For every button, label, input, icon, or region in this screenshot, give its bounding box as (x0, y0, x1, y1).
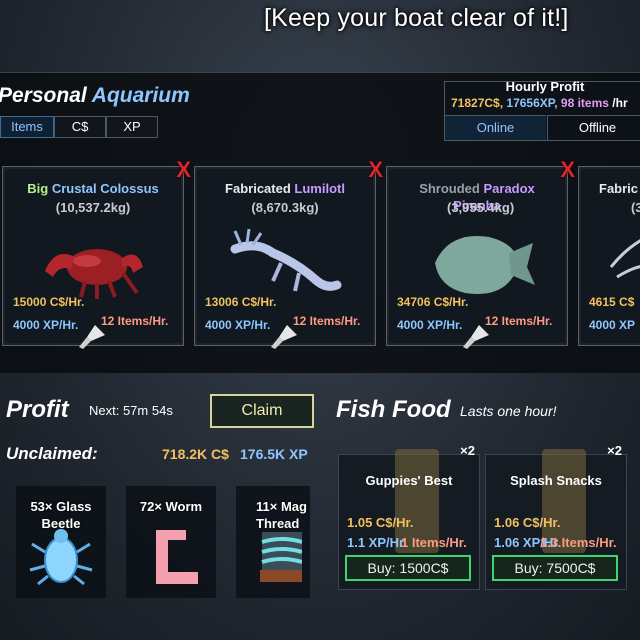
reward-item: 72× Worm (126, 486, 216, 598)
food-items: 1 Items/Hr. (401, 535, 467, 550)
fish-prefix: Big (27, 181, 49, 196)
fish-cash-rate: 4615 C$ (589, 295, 635, 309)
fish-items-rate: 12 Items/Hr. (485, 314, 553, 328)
fish-xp-rate: 4000 XP/Hr. (205, 318, 271, 332)
brush-icon[interactable] (75, 321, 109, 351)
worm-icon (156, 530, 198, 584)
food-cash: 1.05 C$/Hr. (347, 515, 414, 530)
unclaimed-label: Unclaimed: (6, 444, 98, 463)
unclaimed-xp: 176.5K XP (240, 446, 308, 462)
food-name: Splash Snacks (510, 473, 602, 488)
hourly-items: 98 items (560, 96, 609, 110)
tab-xp[interactable]: XP (106, 116, 158, 138)
fish-xp-rate: 4000 XP (589, 318, 636, 332)
hourly-label: Hourly Profit (505, 79, 585, 94)
next-timer: Next: 57m 54s (89, 403, 173, 418)
fish-card[interactable]: X Shrouded Paradox Piranha (3,955.4kg) 3… (386, 157, 575, 349)
online-toggle[interactable]: Online (445, 115, 546, 140)
fish-name: Big Crustal Colossus (3, 180, 183, 197)
food-multiplier: ×2 (607, 443, 622, 458)
unclaimed-cash: 718.2K C$ (162, 446, 229, 462)
buy-food-button[interactable]: Buy: 1500C$ (345, 555, 471, 581)
fish-cash-rate: 34706 C$/Hr. (397, 295, 469, 309)
fish-xp-rate: 4000 XP/Hr. (13, 318, 79, 332)
hourly-xp: 17656XP, (506, 96, 558, 110)
fish-species: Colossus (100, 181, 159, 196)
hourly-per: /hr (612, 96, 628, 110)
offline-toggle[interactable]: Offline (547, 115, 640, 140)
aquarium-tabs: Items C$ XP (0, 116, 158, 138)
crab-fish-image (45, 249, 143, 299)
fish-food-subtitle: Lasts one hour! (460, 403, 557, 419)
hourly-cash: 71827C$, (451, 96, 504, 110)
axolotl-fish-image (230, 228, 342, 292)
brush-icon[interactable] (267, 321, 301, 351)
piranha-fish-image (435, 236, 535, 294)
aquarium-title: Personal Aquarium (0, 84, 190, 108)
tab-cash[interactable]: C$ (54, 116, 106, 138)
partial-fish-image (609, 239, 640, 279)
fish-cash-rate: 15000 C$/Hr. (13, 295, 85, 309)
fish-card[interactable]: X Big Crustal Colossus (10,537.2kg) 1500… (2, 157, 191, 349)
fish-weight: (8,670.3kg) (251, 200, 319, 215)
title-accent: Aquarium (91, 84, 190, 107)
brush-icon[interactable] (459, 321, 493, 351)
food-name: Guppies' Best (365, 473, 453, 488)
fish-card[interactable]: Fabric (3 4615 C$ 4000 XP (578, 166, 640, 346)
fish-weight: (3,955.4kg) (447, 200, 515, 215)
fish-food-title: Fish Food (336, 396, 451, 423)
buy-food-button[interactable]: Buy: 7500C$ (492, 555, 618, 581)
hourly-values: 71827C$, 17656XP, 98 items /hr (451, 96, 640, 110)
fish-items-rate: 12 Items/Hr. (293, 314, 361, 328)
fish-mid: Paradox (483, 181, 535, 196)
fish-xp-rate: 4000 XP/Hr. (397, 318, 463, 332)
hourly-profit-box: Hourly Profit 71827C$, 17656XP, 98 items… (444, 79, 640, 141)
title-main: Personal (0, 84, 87, 107)
profit-title: Profit (6, 396, 69, 423)
reward-label: 72× Worm (139, 499, 203, 514)
food-card: ×2 Splash Snacks 1.06 C$/Hr. 1.06 XP/Hr.… (485, 443, 627, 590)
food-xp: 1.1 XP/Hr. (347, 535, 407, 550)
fish-weight: (10,537.2kg) (55, 200, 131, 215)
food-items: 1.3 Items/Hr. (540, 535, 617, 550)
tab-items[interactable]: Items (0, 116, 54, 138)
food-cash: 1.06 C$/Hr. (494, 515, 561, 530)
fish-species: Lumilotl (294, 181, 345, 196)
fish-mid: Crustal (51, 181, 97, 196)
fish-prefix: Fabric (599, 181, 639, 196)
banner-text: [Keep your boat clear of it!] (264, 4, 569, 32)
food-multiplier: ×2 (460, 443, 475, 458)
beetle-icon (29, 529, 93, 586)
fish-prefix: Shrouded (419, 181, 480, 196)
reward-item: 53× Glass Beetle (16, 486, 106, 598)
reward-item: 11× Mag Thread (236, 486, 310, 598)
claim-button[interactable]: Claim (210, 394, 314, 428)
thread-spool-icon (260, 532, 302, 582)
fish-card[interactable]: X Fabricated Lumilotl (8,670.3kg) 13006 … (194, 157, 383, 349)
fish-cash-rate: 13006 C$/Hr. (205, 295, 277, 309)
fish-name: Fabricated Lumilotl (195, 180, 375, 197)
fish-prefix: Fabricated (225, 181, 291, 196)
food-card: ×2 Guppies' Best 1.05 C$/Hr. 1.1 XP/Hr. … (338, 443, 480, 590)
fish-name: Fabric (579, 180, 640, 197)
fish-items-rate: 12 Items/Hr. (101, 314, 169, 328)
fish-weight: (3 (631, 200, 640, 215)
